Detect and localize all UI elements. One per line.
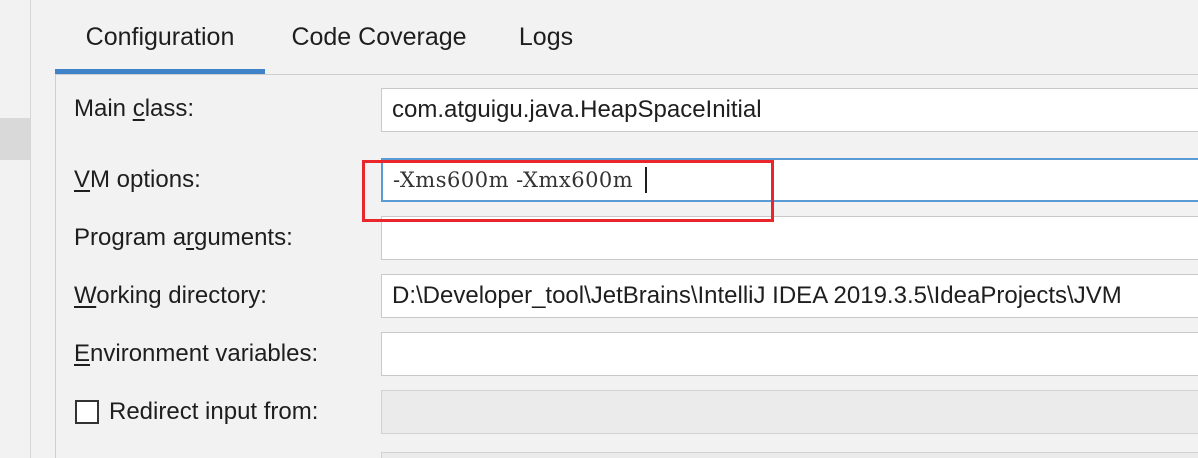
main-class-field[interactable]: com.atguigu.java.HeapSpaceInitial <box>381 88 1198 132</box>
main-class-value: com.atguigu.java.HeapSpaceInitial <box>392 96 762 123</box>
left-gutter <box>0 0 31 458</box>
tab-code-coverage[interactable]: Code Coverage <box>265 0 493 74</box>
program-arguments-field[interactable] <box>381 216 1198 260</box>
redirect-input-label: Redirect input from: <box>109 398 319 425</box>
gutter-selected-item[interactable] <box>0 118 30 160</box>
next-field-partial <box>381 452 1198 458</box>
redirect-input-field <box>381 390 1198 434</box>
vm-options-value: -Xms600m -Xmx600m <box>393 168 634 192</box>
environment-variables-label: Environment variables: <box>74 340 319 367</box>
text-caret <box>645 167 648 193</box>
tab-configuration-label: Configuration <box>85 22 235 51</box>
environment-variables-field[interactable] <box>381 332 1198 376</box>
tab-logs-label: Logs <box>518 22 574 51</box>
vm-options-label: VM options: <box>74 166 201 193</box>
working-directory-label: Working directory: <box>74 282 267 309</box>
redirect-input-checkbox[interactable] <box>75 400 99 424</box>
tab-code-coverage-label: Code Coverage <box>291 22 467 51</box>
working-directory-field[interactable]: D:\Developer_tool\JetBrains\IntelliJ IDE… <box>381 274 1198 318</box>
main-class-label: Main class: <box>74 95 195 122</box>
tab-configuration[interactable]: Configuration <box>55 0 265 74</box>
program-arguments-label: Program arguments: <box>74 224 293 251</box>
working-directory-value: D:\Developer_tool\JetBrains\IntelliJ IDE… <box>392 282 1122 309</box>
run-configuration-dialog: Configuration Code Coverage Logs Main cl… <box>0 0 1198 458</box>
tab-bar: Configuration Code Coverage Logs <box>55 0 599 74</box>
tab-logs[interactable]: Logs <box>493 0 599 74</box>
vm-options-field[interactable]: -Xms600m -Xmx600m <box>381 158 1198 202</box>
